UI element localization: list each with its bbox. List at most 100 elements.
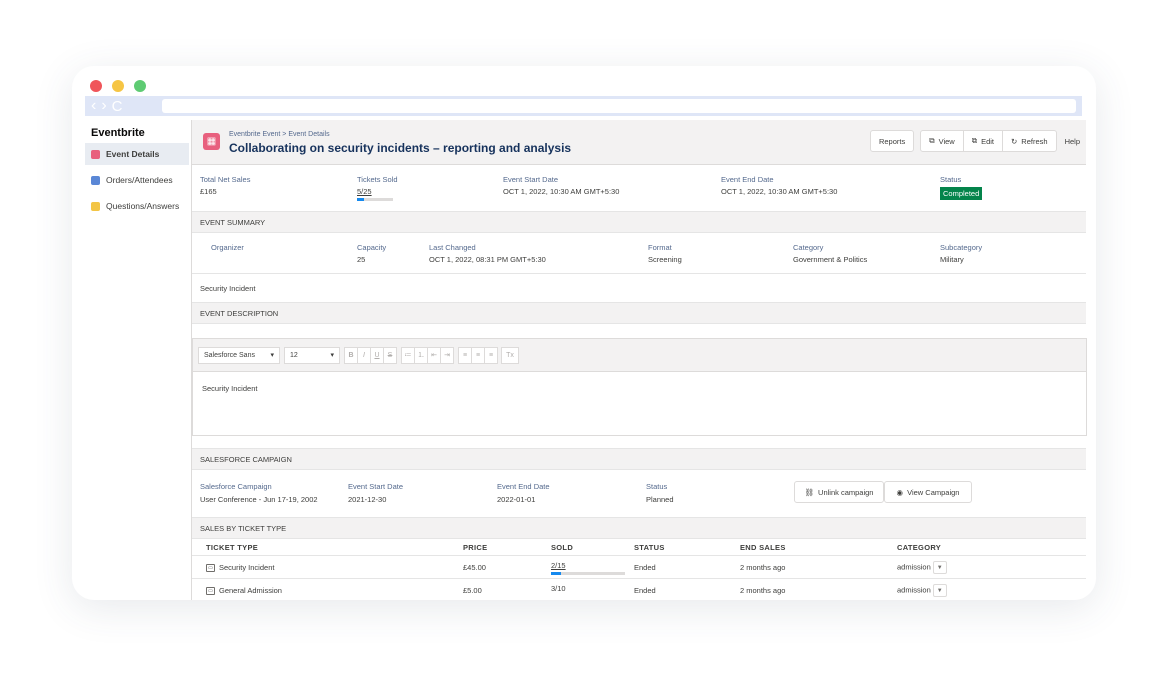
status-badge: Completed	[940, 187, 983, 200]
category-value: Government & Politics	[793, 255, 868, 264]
tickets-sold-label: Tickets Sold	[357, 175, 398, 184]
page-title: Collaborating on security incidents – re…	[229, 141, 572, 155]
category-label: Category	[793, 243, 824, 252]
address-bar[interactable]	[162, 99, 1076, 113]
ticket-type-label: General Admission	[219, 586, 282, 595]
sold-cell[interactable]: 2/15	[551, 561, 566, 570]
reports-button[interactable]: Reports	[869, 130, 915, 152]
sidebar-item-orders[interactable]: Orders/Attendees	[85, 169, 189, 191]
ticket-type-label: Security Incident	[219, 563, 275, 572]
event-name-row: Security Incident	[192, 274, 1086, 302]
event-summary-row: Organizer Capacity 25 Last Changed OCT 1…	[192, 233, 1086, 274]
close-window-button[interactable]	[90, 80, 102, 92]
external-link-icon: ⧉	[929, 136, 935, 145]
col-category: CATEGORY	[897, 543, 942, 552]
chevron-down-icon[interactable]: ▼	[932, 561, 947, 574]
font-family-value: Salesforce Sans	[204, 351, 255, 359]
col-status: STATUS	[634, 543, 665, 552]
price-cell: £5.00	[463, 586, 482, 595]
event-end-value: OCT 1, 2022, 10:30 AM GMT+5:30	[721, 187, 838, 196]
view-button[interactable]: ⧉ View	[920, 130, 964, 152]
view-campaign-button[interactable]: ◉ View Campaign	[884, 481, 972, 503]
font-size-select[interactable]: 12 ▾	[284, 346, 340, 364]
minimize-window-button[interactable]	[112, 80, 124, 92]
tickets-sold-value[interactable]: 5/25	[357, 187, 372, 196]
numbered-list-button[interactable]: ⒈	[414, 346, 428, 364]
outdent-button[interactable]: ⇤	[427, 346, 441, 364]
underline-button[interactable]: U	[370, 346, 384, 364]
status-cell: Ended	[634, 586, 656, 595]
unlink-label: Unlink campaign	[818, 487, 874, 497]
sidebar-item-label: Orders/Attendees	[106, 175, 173, 185]
table-row: ▭ Security Incident £45.00 2/15 Ended 2 m…	[192, 556, 1086, 579]
category-cell: admission ▼	[897, 561, 947, 574]
campaign-end-value: 2022-01-01	[497, 495, 536, 504]
organizer-label: Organizer	[211, 243, 244, 252]
campaign-row: Salesforce Campaign User Conference - Ju…	[192, 470, 1086, 517]
reload-icon[interactable]: C	[112, 98, 123, 115]
calendar-icon	[91, 149, 100, 159]
col-sold: SOLD	[551, 543, 574, 552]
status-label: Status	[940, 175, 962, 184]
maximize-window-button[interactable]	[134, 80, 146, 92]
back-icon[interactable]: ‹	[91, 97, 96, 115]
campaign-start-label: Event Start Date	[348, 482, 404, 491]
unlink-campaign-button[interactable]: ⛓ Unlink campaign	[794, 481, 884, 503]
indent-button[interactable]: ⇥	[440, 346, 454, 364]
breadcrumb: Eventbrite Event > Event Details	[229, 131, 330, 138]
edit-label: Edit	[981, 136, 994, 146]
font-family-select[interactable]: Salesforce Sans ▾	[198, 346, 280, 364]
chevron-down-icon[interactable]: ▼	[932, 584, 947, 597]
edit-button[interactable]: ⧉ Edit	[962, 130, 1003, 152]
chevron-down-icon: ▾	[270, 352, 274, 359]
sidebar-item-event-details[interactable]: Event Details	[85, 143, 189, 165]
event-name: Security Incident	[200, 284, 256, 293]
col-price: PRICE	[463, 543, 488, 552]
event-start-value: OCT 1, 2022, 10:30 AM GMT+5:30	[503, 187, 620, 196]
category-label: admission	[897, 585, 931, 595]
sold-cell[interactable]: 3/10	[551, 584, 566, 593]
strikethrough-button[interactable]: S	[383, 346, 397, 364]
calendar-icon: ▦	[203, 133, 220, 150]
italic-button[interactable]: I	[357, 346, 371, 364]
align-center-button[interactable]: ≡	[471, 346, 485, 364]
unlink-icon: ⛓	[804, 487, 815, 497]
forward-icon[interactable]: ›	[101, 97, 106, 115]
format-label: Format	[648, 243, 672, 252]
campaign-header: SALESFORCE CAMPAIGN	[192, 448, 1086, 470]
sidebar-item-label: Event Details	[106, 149, 160, 159]
align-left-button[interactable]: ≡	[458, 346, 472, 364]
category-cell: admission ▼	[897, 584, 947, 597]
total-net-sales-value: £165	[200, 187, 217, 196]
description-body[interactable]: Security Incident	[193, 372, 1086, 393]
sidebar-item-questions[interactable]: Questions/Answers	[85, 195, 189, 217]
format-value: Screening	[648, 255, 682, 264]
summary-top: Total Net Sales £165 Tickets Sold 5/25 E…	[192, 165, 1086, 211]
col-ticket-type: TICKET TYPE	[206, 543, 259, 552]
price-cell: £45.00	[463, 563, 486, 572]
external-link-icon: ⧉	[971, 136, 978, 145]
clear-formatting-button[interactable]: Tx	[501, 346, 519, 364]
sold-progress	[551, 572, 625, 575]
ticket-type-cell: ▭ General Admission	[206, 586, 282, 596]
tickets-table-header: TICKET TYPE PRICE SOLD STATUS END SALES …	[192, 539, 1086, 556]
subcategory-value: Military	[940, 255, 964, 264]
questions-icon	[91, 201, 100, 211]
editor-row: Salesforce Sans ▾ 12 ▾ B I U S ≔ ⒈ ⇤ ⇥ ≡…	[192, 338, 1087, 436]
align-right-button[interactable]: ≡	[484, 346, 498, 364]
browser-toolbar: ‹ › C	[85, 96, 1082, 116]
sidebar-brand: Eventbrite	[91, 127, 145, 139]
bold-button[interactable]: B	[344, 346, 358, 364]
font-size-value: 12	[290, 351, 298, 359]
refresh-button[interactable]: ↻ Refresh	[1002, 130, 1057, 152]
sold-progress-fill	[551, 572, 561, 575]
event-summary-header: EVENT SUMMARY	[192, 211, 1086, 233]
editor-toolbar: Salesforce Sans ▾ 12 ▾ B I U S ≔ ⒈ ⇤ ⇥ ≡…	[193, 339, 1086, 372]
category-label: admission	[897, 562, 931, 572]
event-start-label: Event Start Date	[503, 175, 559, 184]
bullet-list-button[interactable]: ≔	[401, 346, 415, 364]
event-description-header: EVENT DESCRIPTION	[192, 302, 1086, 324]
table-row: ▭ General Admission £5.00 3/10 Ended 2 mo…	[192, 579, 1086, 600]
help-link[interactable]: Help	[1065, 137, 1080, 146]
app-window: ‹ › C Eventbrite Event Details Orders/At…	[72, 66, 1096, 600]
